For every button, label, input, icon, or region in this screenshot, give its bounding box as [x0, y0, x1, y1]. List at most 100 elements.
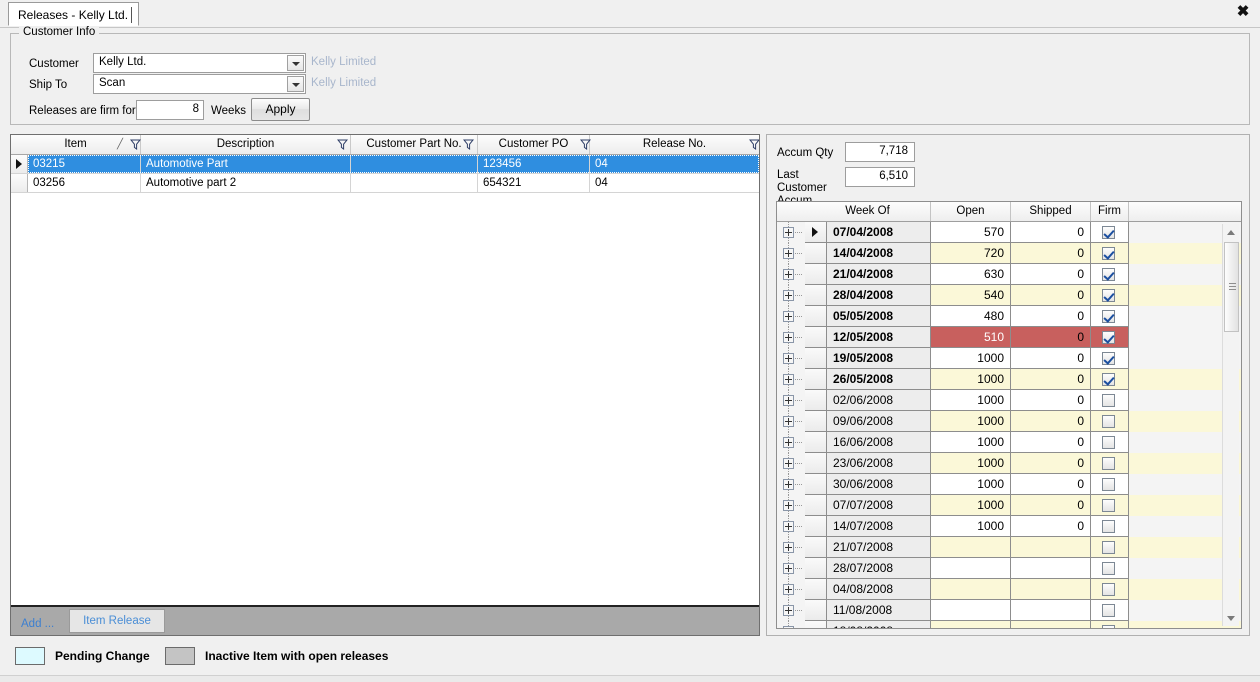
cell-firm[interactable]: [1091, 453, 1129, 474]
expand-icon[interactable]: [783, 542, 794, 553]
expand-icon[interactable]: [783, 248, 794, 259]
firm-checkbox[interactable]: [1102, 310, 1115, 323]
table-row[interactable]: 03256 Automotive part 2 654321 04: [11, 174, 759, 193]
week-row[interactable]: 07/04/2008 570 0: [777, 222, 1241, 243]
customer-select[interactable]: Kelly Ltd.: [93, 53, 306, 73]
ship-to-select[interactable]: Scan: [93, 74, 306, 94]
week-row[interactable]: 14/04/2008 720 0: [777, 243, 1241, 264]
week-row[interactable]: 05/05/2008 480 0: [777, 306, 1241, 327]
expand-icon[interactable]: [783, 626, 794, 628]
firm-checkbox[interactable]: [1102, 373, 1115, 386]
cell-firm[interactable]: [1091, 264, 1129, 285]
firm-checkbox[interactable]: [1102, 499, 1115, 512]
column-header-firm[interactable]: Firm: [1091, 202, 1129, 221]
cell-firm[interactable]: [1091, 516, 1129, 537]
apply-button[interactable]: Apply: [251, 98, 310, 121]
expand-icon[interactable]: [783, 374, 794, 385]
firm-weeks-input[interactable]: 8: [136, 100, 204, 120]
cell-firm[interactable]: [1091, 390, 1129, 411]
chevron-down-icon[interactable]: [287, 76, 304, 92]
column-header-customer-part-no[interactable]: Customer Part No.: [351, 135, 478, 154]
week-row[interactable]: 02/06/2008 1000 0: [777, 390, 1241, 411]
cell-firm[interactable]: [1091, 621, 1129, 628]
week-row[interactable]: 11/08/2008: [777, 600, 1241, 621]
tab-releases-kelly[interactable]: Releases - Kelly Ltd.: [8, 2, 140, 26]
last-customer-accum-input[interactable]: 6,510: [845, 167, 915, 187]
expand-icon[interactable]: [783, 563, 794, 574]
firm-checkbox[interactable]: [1102, 247, 1115, 260]
expand-icon[interactable]: [783, 605, 794, 616]
firm-checkbox[interactable]: [1102, 436, 1115, 449]
firm-checkbox[interactable]: [1102, 520, 1115, 533]
week-row[interactable]: 26/05/2008 1000 0: [777, 369, 1241, 390]
expand-icon[interactable]: [783, 395, 794, 406]
firm-checkbox[interactable]: [1102, 331, 1115, 344]
firm-checkbox[interactable]: [1102, 541, 1115, 554]
firm-checkbox[interactable]: [1102, 352, 1115, 365]
expand-icon[interactable]: [783, 290, 794, 301]
firm-checkbox[interactable]: [1102, 583, 1115, 596]
expand-icon[interactable]: [783, 479, 794, 490]
cell-firm[interactable]: [1091, 222, 1129, 243]
cell-firm[interactable]: [1091, 432, 1129, 453]
week-row[interactable]: 07/07/2008 1000 0: [777, 495, 1241, 516]
expand-icon[interactable]: [783, 353, 794, 364]
filter-icon[interactable]: [337, 139, 348, 150]
week-row[interactable]: 23/06/2008 1000 0: [777, 453, 1241, 474]
cell-firm[interactable]: [1091, 558, 1129, 579]
scrollbar-thumb[interactable]: [1224, 242, 1239, 332]
cell-firm[interactable]: [1091, 306, 1129, 327]
column-header-open[interactable]: Open: [931, 202, 1011, 221]
firm-checkbox[interactable]: [1102, 478, 1115, 491]
firm-checkbox[interactable]: [1102, 268, 1115, 281]
close-icon[interactable]: ✖: [1234, 3, 1252, 21]
cell-firm[interactable]: [1091, 495, 1129, 516]
scroll-down-icon[interactable]: [1223, 610, 1240, 626]
week-row[interactable]: 28/04/2008 540 0: [777, 285, 1241, 306]
week-row[interactable]: 18/08/2008: [777, 621, 1241, 628]
week-grid[interactable]: Week Of Open Shipped Firm 07/04/2008 570 0…: [776, 201, 1242, 629]
week-grid-scrollbar[interactable]: [1222, 224, 1239, 626]
week-row[interactable]: 09/06/2008 1000 0: [777, 411, 1241, 432]
column-header-shipped[interactable]: Shipped: [1011, 202, 1091, 221]
filter-icon[interactable]: [130, 139, 141, 150]
firm-checkbox[interactable]: [1102, 625, 1115, 628]
firm-checkbox[interactable]: [1102, 604, 1115, 617]
firm-checkbox[interactable]: [1102, 226, 1115, 239]
add-link[interactable]: Add ...: [21, 618, 54, 630]
expand-icon[interactable]: [783, 458, 794, 469]
week-row[interactable]: 16/06/2008 1000 0: [777, 432, 1241, 453]
cell-firm[interactable]: [1091, 411, 1129, 432]
cell-firm[interactable]: [1091, 579, 1129, 600]
item-grid[interactable]: Item ╱ Description Customer Part No. Cus…: [10, 134, 760, 636]
cell-firm[interactable]: [1091, 243, 1129, 264]
week-row[interactable]: 04/08/2008: [777, 579, 1241, 600]
expand-icon[interactable]: [783, 416, 794, 427]
cell-firm[interactable]: [1091, 600, 1129, 621]
week-row[interactable]: 19/05/2008 1000 0: [777, 348, 1241, 369]
expand-icon[interactable]: [783, 500, 794, 511]
week-row[interactable]: 14/07/2008 1000 0: [777, 516, 1241, 537]
expand-icon[interactable]: [783, 584, 794, 595]
week-row[interactable]: 30/06/2008 1000 0: [777, 474, 1241, 495]
filter-icon[interactable]: [463, 139, 474, 150]
firm-checkbox[interactable]: [1102, 562, 1115, 575]
expand-icon[interactable]: [783, 227, 794, 238]
week-row[interactable]: 21/07/2008: [777, 537, 1241, 558]
firm-checkbox[interactable]: [1102, 394, 1115, 407]
cell-firm[interactable]: [1091, 537, 1129, 558]
expand-icon[interactable]: [783, 521, 794, 532]
column-header-release-no[interactable]: Release No.: [590, 135, 759, 154]
table-row[interactable]: 03215 Automotive Part 123456 04: [11, 155, 759, 174]
chevron-down-icon[interactable]: [287, 55, 304, 71]
expand-icon[interactable]: [783, 311, 794, 322]
expand-icon[interactable]: [783, 332, 794, 343]
expand-icon[interactable]: [783, 437, 794, 448]
week-row[interactable]: 28/07/2008: [777, 558, 1241, 579]
firm-checkbox[interactable]: [1102, 457, 1115, 470]
filter-icon[interactable]: [749, 139, 760, 150]
column-header-description[interactable]: Description: [141, 135, 351, 154]
firm-checkbox[interactable]: [1102, 415, 1115, 428]
week-row[interactable]: 21/04/2008 630 0: [777, 264, 1241, 285]
cell-firm[interactable]: [1091, 369, 1129, 390]
